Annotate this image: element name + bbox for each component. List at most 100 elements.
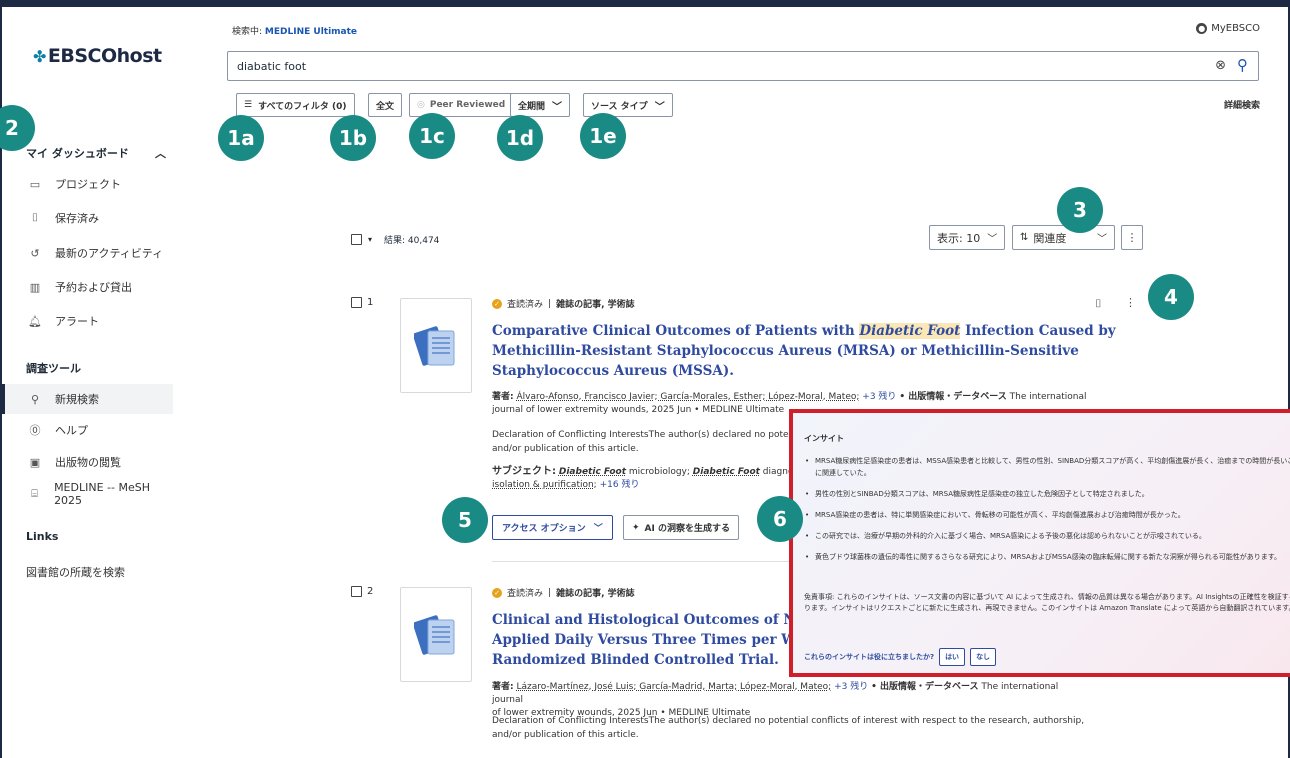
result-2-title[interactable]: Clinical and Histological Outcomes of Ne… xyxy=(492,610,823,670)
authors-label: 著者: xyxy=(492,682,514,692)
title-line: Clinical and Histological Outcomes of Ne… xyxy=(492,612,823,628)
search-input[interactable]: diabatic foot ⊗ ⚲ xyxy=(227,51,1259,81)
sidebar-item-new-search[interactable]: ⚲ 新規検索 xyxy=(2,384,173,414)
more-options-button[interactable]: ⋮ xyxy=(1121,225,1143,250)
peer-reviewed-check-icon: ✓ xyxy=(492,298,502,309)
logo-text: EBSCOhost xyxy=(47,45,162,67)
result-1-thumbnail[interactable] xyxy=(400,298,472,393)
feedback-no-button[interactable]: なし xyxy=(970,648,997,666)
chevron-up-icon: ︿ xyxy=(155,147,166,160)
chevron-down-icon: ﹀ xyxy=(552,101,563,113)
more-subjects-link[interactable]: +16 残り xyxy=(600,480,640,490)
caret-down-icon[interactable]: ▾ xyxy=(368,235,372,244)
clipboard-icon: ⌸ xyxy=(31,487,38,500)
search-icon[interactable]: ⚲ xyxy=(1237,56,1248,74)
all-time-dropdown[interactable]: 全期間 ﹀ xyxy=(510,93,571,117)
result-1-select: 1 xyxy=(351,297,373,308)
result-1-title[interactable]: Comparative Clinical Outcomes of Patient… xyxy=(492,321,1116,381)
insight-point: MRSA感染症の患者は、特に単関感染症において、骨転移の可能性が高く、平均創傷進… xyxy=(804,509,1290,521)
result-checkbox[interactable] xyxy=(351,297,362,308)
advanced-search-link[interactable]: 詳細検索 xyxy=(1224,98,1260,111)
dashboard-toggle[interactable]: マイ ダッシュボード ︿ xyxy=(26,145,166,161)
title-text: Comparative Clinical Outcomes of Patient… xyxy=(492,323,860,339)
dashboard-label: マイ ダッシュボード xyxy=(26,147,129,160)
sidebar-item-label: 最新のアクティビティ xyxy=(55,247,164,260)
library-catalog-link[interactable]: 図書館の所蔵を検索 xyxy=(26,564,125,580)
access-options-button[interactable]: アクセス オプション ﹀ xyxy=(492,515,613,540)
highlight-term: Diabetic Foot xyxy=(859,323,961,339)
callout-badge-1c: 1c xyxy=(409,113,455,159)
chevron-down-icon: ﹀ xyxy=(654,101,665,113)
callout-badge-6: 6 xyxy=(757,496,803,542)
insight-point: 黄色ブドウ球菌株の遺伝的毒性に関するさらなる研究により、MRSAおよびMSSA感… xyxy=(804,551,1290,563)
search-icon: ⚲ xyxy=(30,392,40,406)
review-status: 査読済み xyxy=(507,589,544,599)
title-text: Infection Caused by xyxy=(960,323,1116,339)
page-size-value: 表示: 10 xyxy=(937,231,981,245)
bookmark-icon[interactable]: ⌷ xyxy=(1095,297,1102,311)
subject-text: microbiology; xyxy=(626,467,693,477)
sidebar-item-browse-publications[interactable]: ▣ 出版物の閲覧 xyxy=(2,447,173,477)
myebsco-account[interactable]: ● MyEBSCO xyxy=(1196,23,1260,34)
authors-list[interactable]: Álvaro-Afonso, Francisco Javier; García-… xyxy=(516,392,859,402)
clear-icon[interactable]: ⊗ xyxy=(1215,58,1226,73)
callout-badge-3: 3 xyxy=(1057,187,1103,233)
sort-icon: ⇅ xyxy=(1020,232,1029,243)
separator: | xyxy=(548,587,552,598)
insight-point: この研究では、治療が早期の外科的介入に基づく場合、MRSA感染による予後の悪化は… xyxy=(804,530,1290,542)
sidebar-item-saved[interactable]: ⌷ 保存済み xyxy=(2,203,173,233)
ebscohost-logo[interactable]: ✤ EBSCOhost xyxy=(33,45,162,67)
publication-label: • 出版情報・データベース xyxy=(871,682,979,692)
more-authors-link[interactable]: +3 残り xyxy=(862,392,896,402)
sidebar-item-label: 予約および貸出 xyxy=(55,281,132,294)
separator: | xyxy=(548,298,552,309)
searching-in-label: 検索中: xyxy=(232,27,263,37)
result-checkbox[interactable] xyxy=(351,586,362,597)
kebab-icon[interactable]: ⋮ xyxy=(1125,296,1136,309)
authors-list[interactable]: Lázaro-Martínez, José Luis; García-Madri… xyxy=(516,682,831,692)
feedback-yes-button[interactable]: はい xyxy=(939,648,966,666)
abstract-line: and/or publication of this article. xyxy=(492,730,639,740)
bookmark-icon: ⌷ xyxy=(31,211,39,224)
publication-icon: ▣ xyxy=(29,455,41,469)
insights-list: MRSA糖尿病性足感染症の患者は、MSSA感染患者と比較して、男性の性別、SIN… xyxy=(804,455,1290,572)
more-authors-link[interactable]: +3 残り xyxy=(834,682,868,692)
sidebar-item-projects[interactable]: ▭ プロジェクト xyxy=(2,169,173,199)
subject-link[interactable]: Diabetic Foot xyxy=(559,467,626,477)
filter-icon: ☰ xyxy=(244,100,253,110)
subject-link[interactable]: Diabetic Foot xyxy=(693,467,760,477)
all-filters-label: すべてのフィルタ (0) xyxy=(258,101,347,112)
abstract-line: Declaration of Conflicting InterestsThe … xyxy=(492,716,1085,726)
result-2-thumbnail[interactable] xyxy=(400,587,472,682)
sidebar-item-help[interactable]: ⓪ ヘルプ xyxy=(2,415,173,445)
callout-badge-4: 4 xyxy=(1148,274,1194,320)
all-filters-button[interactable]: ☰ すべてのフィルタ (0) xyxy=(236,93,355,117)
document-icon xyxy=(414,614,455,655)
ai-insights-panel: インサイト MRSA糖尿病性足感染症の患者は、MSSA感染患者と比較して、男性の… xyxy=(789,409,1290,677)
sparkle-icon: ✦ xyxy=(632,522,640,533)
sidebar-item-alerts[interactable]: 🔔︎ アラート xyxy=(2,306,173,336)
publication-info: The international xyxy=(1009,392,1087,402)
peer-reviewed-icon: ◎ xyxy=(417,100,425,110)
database-link[interactable]: MEDLINE Ultimate xyxy=(265,27,357,37)
sort-select[interactable]: ⇅ 関連度 ﹀ xyxy=(1012,225,1115,250)
sidebar-item-mesh[interactable]: ⌸ MEDLINE -- MeSH 2025 xyxy=(2,479,173,509)
sidebar-item-label: アラート xyxy=(55,315,99,328)
result-2-meta: ✓ 査読済み | 雑誌の記事, 学術誌 xyxy=(492,586,635,599)
feedback-question: これらのインサイトは役に立ちましたか? xyxy=(804,653,935,661)
sidebar-item-recent-activity[interactable]: ↺ 最新のアクティビティ xyxy=(2,238,173,268)
full-text-button[interactable]: 全文 xyxy=(368,93,403,117)
results-header: ▾ 結果: 40,474 xyxy=(351,233,439,246)
page-size-select[interactable]: 表示: 10 ﹀ xyxy=(929,225,1006,250)
sidebar-item-label: 出版物の閲覧 xyxy=(55,456,121,469)
result-1-subjects: サブジェクト: Diabetic Foot microbiology; Diab… xyxy=(492,465,808,492)
access-options-label: アクセス オプション xyxy=(502,524,586,534)
select-all-checkbox[interactable] xyxy=(351,234,362,245)
result-count: 結果: 40,474 xyxy=(384,236,440,246)
generate-ai-insights-button[interactable]: ✦ AI の洞察を生成する xyxy=(623,515,739,540)
account-label: MyEBSCO xyxy=(1211,23,1260,34)
sidebar-item-label: 保存済み xyxy=(55,212,99,225)
sidebar-item-holds-checkouts[interactable]: ▥ 予約および貸出 xyxy=(2,272,173,302)
title-line: Randomized Blinded Controlled Trial. xyxy=(492,652,779,668)
all-time-label: 全期間 xyxy=(518,101,546,112)
